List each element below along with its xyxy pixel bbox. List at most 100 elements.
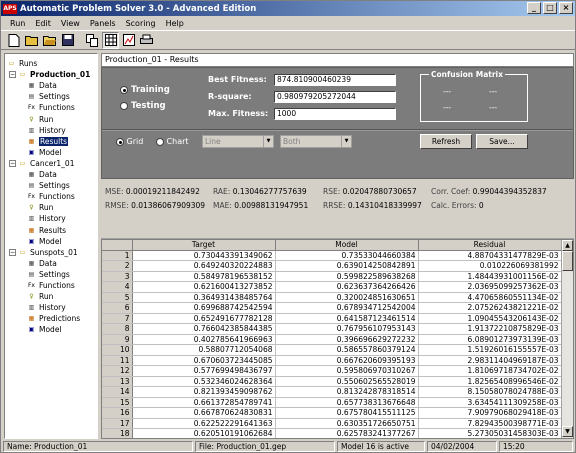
cell-target[interactable]: 0.667870624830831 — [132, 407, 276, 419]
cell-model[interactable]: 0.320024851630651 — [275, 292, 419, 303]
cell-target[interactable]: 0.402785641966963 — [132, 334, 276, 345]
tree-item-functions[interactable]: Fx Functions — [27, 280, 75, 291]
menu-edit[interactable]: Edit — [30, 19, 56, 28]
cell-target[interactable]: 0.577699498436797 — [132, 365, 276, 377]
table-row[interactable]: 4 0.621600413273852 0.623637364266426 2.036… — [102, 281, 562, 293]
radio-grid[interactable]: Grid — [116, 137, 143, 146]
menu-panels[interactable]: Panels — [85, 19, 121, 28]
cell-residual[interactable]: 7.82943500398771E-03 — [418, 418, 562, 429]
series-combo[interactable]: Both ▼ — [280, 135, 352, 148]
tree-run-sunspots-01[interactable]: − ▭ Sunspots_01 — [9, 247, 78, 258]
cell-model[interactable]: 0.625783241377267 — [275, 428, 419, 438]
table-row[interactable]: 8 0.766042385844385 0.767956107953143 1.913… — [102, 323, 562, 335]
menu-run[interactable]: Run — [5, 19, 30, 28]
radio-chart[interactable]: Chart — [156, 137, 189, 146]
cell-residual[interactable]: 1.09045543206143E-02 — [418, 313, 562, 324]
column-header-residual[interactable]: Residual — [418, 240, 562, 251]
cell-residual[interactable]: 2.07526243821221E-02 — [418, 302, 562, 314]
refresh-button[interactable]: Refresh — [420, 134, 472, 149]
table-row[interactable]: 5 0.364931438485764 0.320024851630651 4.470… — [102, 292, 562, 303]
cell-model[interactable]: 0.73533044660384 — [275, 250, 419, 261]
tree-item-results[interactable]: ▦ Results — [27, 225, 66, 236]
cell-residual[interactable]: 2.98311404969187E-03 — [418, 355, 562, 366]
scroll-thumb[interactable] — [562, 251, 573, 271]
table-row[interactable]: 11 0.670603723445085 0.667620609395193 2.98… — [102, 355, 562, 366]
cell-model[interactable]: 0.678934712542004 — [275, 302, 419, 314]
scroll-up-icon[interactable]: ▲ — [562, 240, 573, 251]
cell-model[interactable]: 0.630351726650751 — [275, 418, 419, 429]
cell-target[interactable]: 0.821393459098762 — [132, 386, 276, 398]
table-row[interactable]: 12 0.577699498436797 0.595806970310267 1.81… — [102, 365, 562, 377]
cell-target[interactable]: 0.620510191062684 — [132, 428, 276, 438]
cell-target[interactable]: 0.766042385844385 — [132, 323, 276, 335]
cell-target[interactable]: 0.730443391349062 — [132, 250, 276, 261]
rsquare-field[interactable]: 0.980979205272044 — [274, 91, 396, 103]
tree-item-data[interactable]: ▦ Data — [27, 80, 57, 91]
tree-item-run[interactable]: ♀ Run — [27, 291, 53, 302]
scroll-down-icon[interactable]: ▼ — [562, 426, 573, 437]
folder-icon[interactable] — [41, 32, 58, 49]
cell-model[interactable]: 0.667620609395193 — [275, 355, 419, 366]
cell-residual[interactable]: 1.51926016155557E-03 — [418, 344, 562, 356]
chart-icon[interactable] — [120, 32, 137, 49]
tree-item-run[interactable]: ♀ Run — [27, 202, 53, 213]
minimize-button[interactable]: _ — [527, 2, 541, 14]
table-row[interactable]: 1 0.730443391349062 0.73533044660384 4.8870… — [102, 250, 562, 261]
grid-icon[interactable] — [102, 31, 119, 49]
save-button[interactable]: Save... — [476, 134, 528, 149]
cell-target[interactable]: 0.652491677782128 — [132, 313, 276, 324]
cell-model[interactable]: 0.595806970310267 — [275, 365, 419, 377]
cell-model[interactable]: 0.623637364266426 — [275, 281, 419, 293]
tree-item-settings[interactable]: ▤ Settings — [27, 269, 70, 280]
cell-residual[interactable]: 4.47065860551134E-02 — [418, 292, 562, 303]
table-row[interactable]: 14 0.821393459098762 0.813242878318514 8.15… — [102, 386, 562, 398]
tree-item-history[interactable]: ▥ History — [27, 125, 66, 136]
results-grid[interactable]: Target Model Residual 1 0.730443391349062… — [101, 239, 574, 439]
table-row[interactable]: 13 0.532346024628364 0.550602565528019 1.82… — [102, 376, 562, 387]
cell-model[interactable]: 0.639014250842891 — [275, 260, 419, 272]
tree-item-model[interactable]: ▣ Model — [27, 324, 62, 335]
table-row[interactable]: 2 0.649240320224883 0.639014250842891 0.010… — [102, 260, 562, 272]
tree-run-production-01[interactable]: − ▭ Production_01 — [9, 69, 90, 80]
tree-item-run[interactable]: ♀ Run — [27, 114, 53, 125]
title-bar[interactable]: APS Automatic Problem Solver 3.0 - Advan… — [1, 1, 575, 16]
table-row[interactable]: 7 0.652491677782128 0.641587123461514 1.090… — [102, 313, 562, 324]
cell-residual[interactable]: 8.15058078024788E-03 — [418, 386, 562, 398]
cell-residual[interactable]: 2.03695099257362E-03 — [418, 281, 562, 293]
open-icon[interactable] — [23, 32, 40, 49]
cell-target[interactable]: 0.649240320224883 — [132, 260, 276, 272]
cell-residual[interactable]: 5.27305031458303E-03 — [418, 428, 562, 438]
radio-training[interactable]: Training — [120, 85, 170, 95]
collapse-icon[interactable]: − — [9, 71, 16, 79]
cell-residual[interactable]: 0.010226069381992 — [418, 260, 562, 272]
cell-model[interactable]: 0.813242878318514 — [275, 386, 419, 398]
menu-view[interactable]: View — [56, 19, 85, 28]
cell-model[interactable]: 0.396696629272232 — [275, 334, 419, 345]
table-row[interactable]: 17 0.622522291641363 0.630351726650751 7.82… — [102, 418, 562, 429]
new-icon[interactable] — [5, 32, 22, 49]
tree-run-cancer1-01[interactable]: − ▭ Cancer1_01 — [9, 158, 74, 169]
tree-item-functions[interactable]: Fx Functions — [27, 102, 75, 113]
cell-residual[interactable]: 7.90979068029418E-03 — [418, 407, 562, 419]
cell-target[interactable]: 0.532346024628364 — [132, 376, 276, 387]
cell-residual[interactable]: 1.82565408996546E-02 — [418, 376, 562, 387]
print-icon[interactable] — [138, 32, 155, 49]
tree-item-history[interactable]: ▥ History — [27, 213, 66, 224]
tree-item-settings[interactable]: ▤ Settings — [27, 180, 70, 191]
table-row[interactable]: 10 0.58807712054068 0.586557860379124 1.519… — [102, 344, 562, 356]
runs-tree[interactable]: ▭ Runs − ▭ Production_01 ▦ Data ▤ Settings Fx Func… — [4, 53, 98, 439]
cell-target[interactable]: 0.670603723445085 — [132, 355, 276, 366]
cell-model[interactable]: 0.657738313676648 — [275, 397, 419, 408]
cell-residual[interactable]: 1.81069718734702E-02 — [418, 365, 562, 377]
table-row[interactable]: 18 0.620510191062684 0.625783241377267 5.27… — [102, 428, 562, 438]
cell-model[interactable]: 0.599822589638268 — [275, 271, 419, 282]
cell-model[interactable]: 0.641587123461514 — [275, 313, 419, 324]
collapse-icon[interactable]: − — [9, 248, 16, 256]
tree-root-runs[interactable]: ▭ Runs — [7, 58, 38, 69]
collapse-icon[interactable]: − — [9, 159, 16, 167]
cell-residual[interactable]: 1.48443931001156E-02 — [418, 271, 562, 282]
cell-model[interactable]: 0.550602565528019 — [275, 376, 419, 387]
chart-type-combo[interactable]: Line ▼ — [202, 135, 274, 148]
cell-target[interactable]: 0.622522291641363 — [132, 418, 276, 429]
tree-item-predictions[interactable]: ▦ Predictions — [27, 313, 81, 324]
